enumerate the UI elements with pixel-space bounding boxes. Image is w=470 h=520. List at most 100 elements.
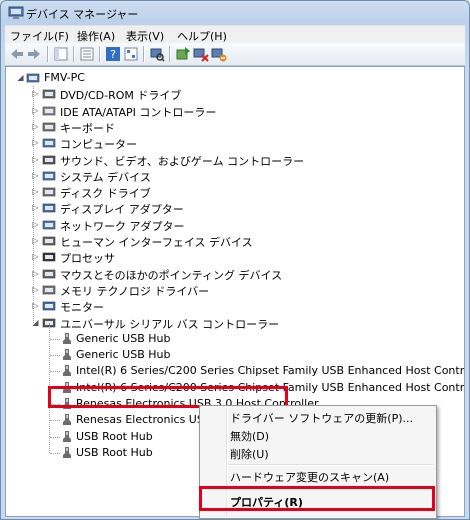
expand-arrow-icon[interactable]: ▷ xyxy=(31,135,40,151)
tree-category[interactable]: ▷ ヒューマン インターフェイス デバイス xyxy=(6,233,464,249)
tree-category-label: DVD/CD-ROM ドライブ xyxy=(60,89,182,103)
tree-category[interactable]: ▷ プロセッサ xyxy=(6,249,464,265)
tree-category[interactable]: ▷ ネットワーク アダプター xyxy=(6,217,464,233)
display-adapter-icon xyxy=(42,204,56,213)
menu-scan-hardware[interactable]: ハードウェア変更のスキャン(A) xyxy=(230,469,389,485)
tree-category[interactable]: ▷ システム デバイス xyxy=(6,168,464,184)
expand-arrow-icon[interactable]: ▷ xyxy=(31,103,40,119)
tree-category[interactable]: ▷ コンピューター xyxy=(6,135,464,151)
usb-device-icon xyxy=(63,365,71,377)
tree-category[interactable]: ▷ マウスとそのほかのポインティング デバイス xyxy=(6,266,464,282)
keyboard-icon xyxy=(42,122,56,132)
svg-text:?: ? xyxy=(110,48,116,61)
memory-icon xyxy=(42,285,56,295)
system-device-icon xyxy=(42,171,56,181)
window-title: デバイス マネージャー xyxy=(26,8,139,21)
toolbar-separator xyxy=(169,46,170,62)
menu-update-driver[interactable]: ドライバー ソフトウェアの更新(P)... xyxy=(230,410,413,426)
expand-arrow-icon[interactable]: ▷ xyxy=(31,200,40,216)
usb-device-label: USB Root Hub xyxy=(76,429,153,443)
expand-arrow-icon[interactable]: ▷ xyxy=(31,266,40,282)
menu-action[interactable]: 操作(A) xyxy=(77,28,115,44)
monitor-icon xyxy=(42,301,56,311)
tree-category-label: サウンド、ビデオ、およびゲーム コントローラー xyxy=(60,154,305,168)
hid-icon xyxy=(42,236,56,246)
tree-category[interactable]: ▷ IDE ATA/ATAPI コントローラー xyxy=(6,103,464,119)
properties-view-icon[interactable] xyxy=(53,46,69,62)
mouse-icon xyxy=(42,269,56,278)
update-driver-icon[interactable] xyxy=(175,46,191,62)
tree-category-label: IDE ATA/ATAPI コントローラー xyxy=(60,105,217,119)
expand-arrow-icon[interactable]: ▷ xyxy=(31,152,40,168)
expand-arrow-icon[interactable]: ▷ xyxy=(31,168,40,184)
tree-category-label: コンピューター xyxy=(60,138,137,152)
context-menu-separator xyxy=(228,464,433,466)
usb-device-icon xyxy=(63,446,71,458)
tree-category[interactable]: ▷ キーボード xyxy=(6,119,464,135)
menu-disable[interactable]: 無効(D) xyxy=(230,428,269,444)
menu-view[interactable]: 表示(V) xyxy=(126,28,164,44)
usb-device-label: Generic USB Hub xyxy=(76,331,171,345)
usb-device-icon xyxy=(63,430,71,442)
tree-category-label: キーボード xyxy=(60,121,115,135)
usb-device-label: Intel(R) 6 Series/C200 Series Chipset Fa… xyxy=(76,364,464,378)
tree-category-label: システム デバイス xyxy=(60,170,151,184)
expand-arrow-icon[interactable]: ▷ xyxy=(31,184,40,200)
tree-category-label: メモリ テクノロジ ドライバー xyxy=(60,284,210,298)
toolbar-separator xyxy=(143,46,144,62)
expand-arrow-icon[interactable]: ▷ xyxy=(31,86,40,102)
scan-hardware-icon[interactable] xyxy=(149,46,165,62)
tree-category-label: プロセッサ xyxy=(60,252,115,266)
back-icon[interactable] xyxy=(9,46,25,62)
collapse-arrow-icon[interactable]: ◢ xyxy=(16,70,25,86)
tree-category[interactable]: ▷ モニター xyxy=(6,298,464,314)
expand-arrow-icon[interactable]: ▷ xyxy=(31,119,40,135)
tree-root[interactable]: ◢ FMV-PC xyxy=(6,70,464,86)
network-adapter-icon xyxy=(42,220,56,229)
toolbar: ? xyxy=(5,43,465,66)
expand-arrow-icon[interactable]: ▷ xyxy=(31,217,40,233)
tree-category[interactable]: ▷ ディスプレイ アダプター xyxy=(6,200,464,216)
usb-device-item[interactable]: Generic USB Hub xyxy=(6,347,464,363)
collapse-arrow-icon[interactable]: ◢ xyxy=(31,315,40,331)
uninstall-icon[interactable] xyxy=(211,46,227,62)
tree-category-label: ディスプレイ アダプター xyxy=(60,203,184,217)
tree-category-label: ユニバーサル シリアル バス コントローラー xyxy=(60,317,280,331)
dvd-drive-icon xyxy=(42,89,56,99)
computer-icon xyxy=(26,73,40,83)
console-tree-icon[interactable] xyxy=(79,46,95,62)
menu-help[interactable]: ヘルプ(H) xyxy=(177,28,227,44)
expand-arrow-icon[interactable]: ▷ xyxy=(31,249,40,265)
sort-icon[interactable] xyxy=(123,46,139,62)
disable-icon[interactable] xyxy=(193,46,209,62)
forward-icon[interactable] xyxy=(26,46,42,62)
usb-device-item[interactable]: Intel(R) 6 Series/C200 Series Chipset Fa… xyxy=(6,363,464,379)
tree-category-label: ヒューマン インターフェイス デバイス xyxy=(60,236,253,249)
expand-arrow-icon[interactable]: ▷ xyxy=(31,282,40,298)
toolbar-separator xyxy=(73,46,74,62)
tree-category-label: マウスとそのほかのポインティング デバイス xyxy=(60,268,283,282)
expand-arrow-icon[interactable]: ▷ xyxy=(31,233,40,249)
tree-category[interactable]: ▷ メモリ テクノロジ ドライバー xyxy=(6,282,464,298)
title-bar: デバイス マネージャー xyxy=(1,1,469,25)
processor-icon xyxy=(42,252,56,262)
sound-icon xyxy=(42,155,56,164)
tree-category[interactable]: ▷ サウンド、ビデオ、およびゲーム コントローラー xyxy=(6,152,464,168)
menu-file[interactable]: ファイル(F) xyxy=(10,28,69,44)
tree-category[interactable]: ◢ ユニバーサル シリアル バス コントローラー xyxy=(6,315,464,331)
computer-icon xyxy=(42,138,56,148)
menu-uninstall[interactable]: 削除(U) xyxy=(230,446,269,462)
tree-category-label: ディスク ドライブ xyxy=(60,187,151,201)
help-icon[interactable]: ? xyxy=(105,46,121,62)
expand-arrow-icon[interactable]: ▷ xyxy=(31,298,40,314)
disk-drive-icon xyxy=(42,187,56,197)
ide-controller-icon xyxy=(42,106,56,115)
usb-device-label: Generic USB Hub xyxy=(76,348,171,362)
tree-category-label: モニター xyxy=(60,301,104,315)
menu-bar: ファイル(F) 操作(A) 表示(V) ヘルプ(H) xyxy=(5,25,465,44)
tree-category[interactable]: ▷ ディスク ドライブ xyxy=(6,184,464,200)
toolbar-separator xyxy=(99,46,100,62)
tree-category-label: ネットワーク アダプター xyxy=(60,219,185,233)
tree-category[interactable]: ▷ DVD/CD-ROM ドライブ xyxy=(6,86,464,102)
usb-device-item[interactable]: Generic USB Hub xyxy=(6,331,464,347)
